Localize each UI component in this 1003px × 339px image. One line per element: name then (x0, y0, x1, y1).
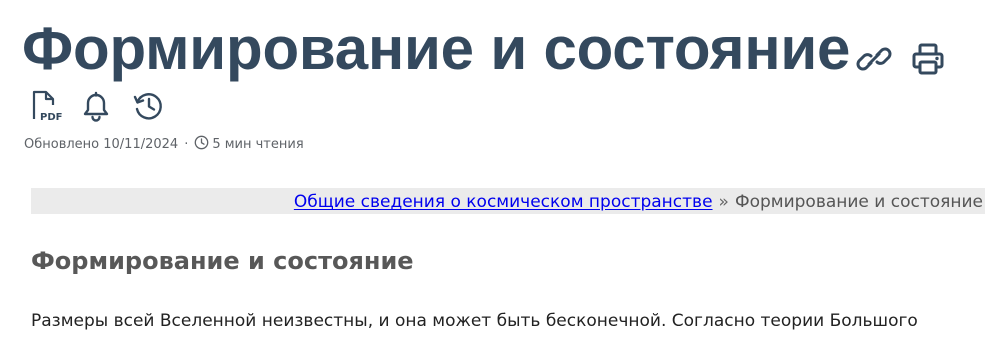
reading-time: 5 мин чтения (212, 136, 304, 152)
page-title: Формирование и состояние (22, 15, 851, 82)
article-meta: Обновлено 10/11/2024 · 5 мин чтения (24, 134, 304, 154)
printer-icon (912, 43, 944, 75)
pdf-label: PDF (40, 112, 62, 123)
clock-icon (194, 135, 209, 154)
meta-separator: · (184, 136, 189, 152)
breadcrumb-current: Формирование и состояние (734, 192, 983, 212)
history-icon (133, 93, 162, 120)
subscribe-button[interactable] (81, 90, 111, 122)
breadcrumb-bar: Общие сведения о космическом пространств… (31, 188, 985, 214)
bell-icon (83, 91, 109, 122)
section-heading: Формирование и состояние (31, 247, 414, 275)
breadcrumb: Общие сведения о космическом пространств… (294, 188, 983, 214)
copy-link-button[interactable] (856, 44, 892, 74)
link-icon (856, 47, 892, 71)
breadcrumb-parent-link[interactable]: Общие сведения о космическом пространств… (294, 192, 713, 212)
history-button[interactable] (133, 90, 165, 122)
breadcrumb-separator: » (718, 192, 729, 212)
pdf-button[interactable]: PDF (30, 89, 62, 123)
updated-date: Обновлено 10/11/2024 (24, 136, 179, 152)
pdf-icon: PDF (32, 90, 62, 123)
article-paragraph: Размеры всей Вселенной неизвестны, и она… (31, 311, 918, 331)
print-button[interactable] (911, 42, 945, 76)
